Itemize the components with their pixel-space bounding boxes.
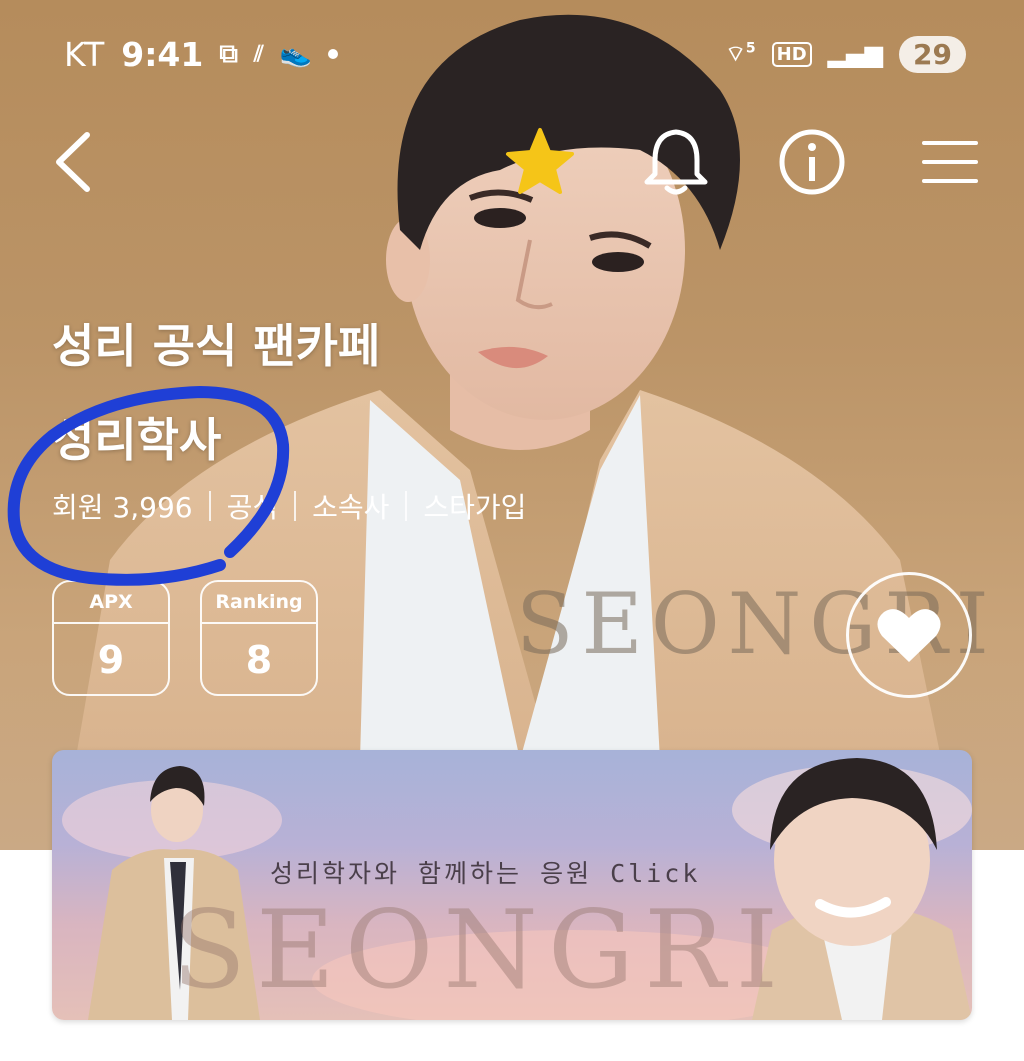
apx-value: 9: [97, 638, 125, 682]
favorite-button[interactable]: [500, 122, 580, 202]
support-banner[interactable]: 성리학자와 함께하는 응원 Click SEONGRI: [52, 750, 972, 1020]
cafe-meta-row: 회원 3,996 공식 소속사 스타가입: [52, 486, 526, 526]
wifi-label: 5: [745, 40, 756, 57]
notification-dot-icon: [328, 49, 339, 59]
tag-official: 공식: [226, 491, 279, 524]
hamburger-icon: [922, 141, 978, 183]
cafe-title-line2: 성리학사: [52, 413, 222, 467]
chevron-left-icon: [56, 132, 90, 192]
menu-button[interactable]: [910, 122, 990, 202]
heart-icon: [877, 609, 941, 662]
apx-label: APX: [54, 582, 168, 624]
shoe-icon: 👟: [279, 39, 313, 69]
tag-star-joined: 스타가입: [423, 491, 527, 524]
cafe-title-line1: 성리 공식 팬카페: [52, 319, 381, 373]
ranking-label: Ranking: [202, 582, 316, 624]
banner-caption: 성리학자와 함께하는 응원 Click: [270, 859, 701, 888]
screenshot-icon: ⧉: [219, 38, 238, 69]
clock: 9:41: [121, 34, 204, 74]
back-button[interactable]: [34, 122, 114, 202]
member-count[interactable]: 회원 3,996: [52, 486, 193, 526]
banner-watermark: SEONGRI: [172, 888, 789, 1013]
notification-button[interactable]: [636, 122, 716, 202]
wifi-icon: ⌔5: [725, 40, 756, 67]
divider: [208, 491, 211, 521]
hd-badge: HD: [771, 41, 812, 67]
tag-agency: 소속사: [312, 491, 390, 524]
bell-icon: [644, 129, 708, 195]
battery-indicator: 29: [899, 35, 966, 73]
data-saver-icon: ⫽: [253, 41, 264, 67]
info-icon: [779, 129, 845, 195]
apx-stat[interactable]: APX 9: [52, 580, 170, 696]
status-bar: KT 9:41 ⧉ ⫽ 👟 ⌔5 HD ▂▄▆ 29: [0, 22, 1024, 86]
info-button[interactable]: [772, 122, 852, 202]
star-icon: [506, 128, 574, 194]
divider: [405, 491, 408, 521]
ranking-value: 8: [245, 638, 273, 682]
divider: [294, 491, 297, 521]
signal-icon: ▂▄▆: [827, 40, 884, 68]
like-button[interactable]: [846, 572, 972, 698]
carrier-label: KT: [64, 34, 106, 74]
ranking-stat[interactable]: Ranking 8: [200, 580, 318, 696]
